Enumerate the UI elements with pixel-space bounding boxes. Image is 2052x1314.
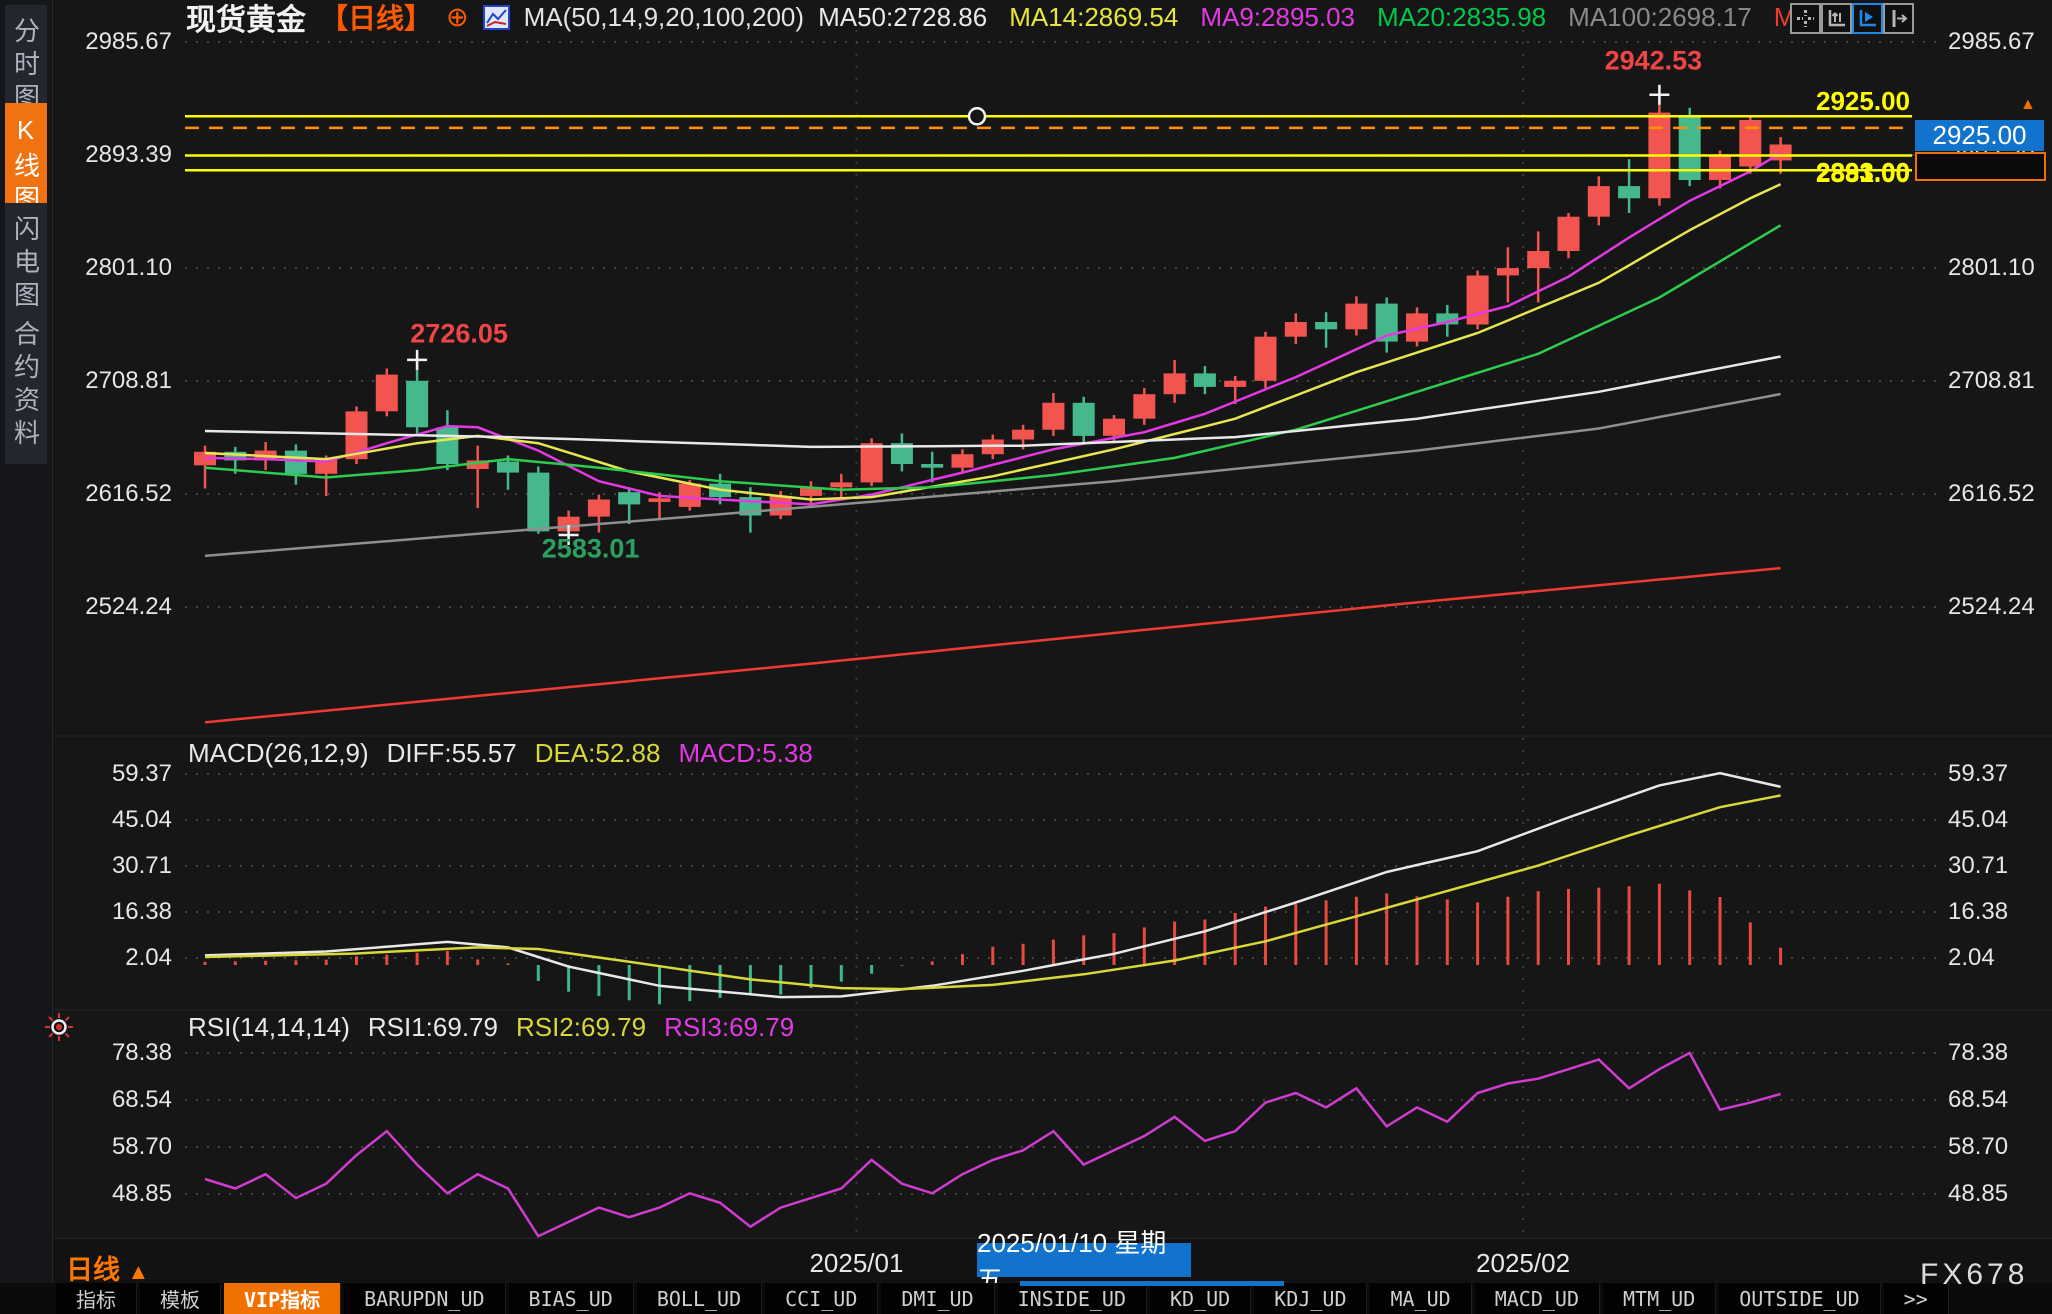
sidebar: 分时图K线图闪电图合约资料 — [0, 0, 53, 1283]
axis-play-icon[interactable] — [1852, 3, 1883, 34]
macd-axis-left: 59.37 — [60, 760, 172, 788]
panel-separators — [53, 736, 2052, 1010]
price-axis-right: 2985.67 — [1948, 28, 2048, 56]
rsi3-value: RSI3:69.79 — [664, 1012, 794, 1043]
rsi-plot — [205, 1053, 1781, 1236]
axis-shift-icon[interactable] — [1883, 3, 1914, 34]
price-axis-right: 2616.52 — [1948, 480, 2048, 508]
tab-BOLL_UD[interactable]: BOLL_UD — [637, 1283, 762, 1314]
rsi-axis-left: 48.85 — [60, 1180, 172, 1208]
chart-type-icon[interactable] — [483, 4, 510, 31]
macd-axis-left: 30.71 — [60, 852, 172, 880]
rsi-axis-left: 58.70 — [60, 1133, 172, 1161]
extreme-annotation: 2942.53 — [1605, 45, 1703, 76]
chart-canvas — [0, 0, 2052, 1314]
price-axis-left: 2893.39 — [60, 141, 172, 169]
tab-MACD_UD[interactable]: MACD_UD — [1475, 1283, 1600, 1314]
tab-KD_UD[interactable]: KD_UD — [1150, 1283, 1251, 1314]
sidebar-item-4[interactable]: 合约资料 — [5, 308, 47, 464]
level-label-2925.00: 2925.00 — [1750, 86, 1910, 117]
rsi1-value: RSI1:69.79 — [368, 1012, 498, 1043]
rsi2-value: RSI2:69.79 — [516, 1012, 646, 1043]
tab-MA_UD[interactable]: MA_UD — [1370, 1283, 1471, 1314]
price-axis-right: 2801.10 — [1948, 254, 2048, 282]
current-price-tag — [1915, 152, 2046, 181]
tab-CCI_UD[interactable]: CCI_UD — [765, 1283, 878, 1314]
macd-axis-left: 16.38 — [60, 898, 172, 926]
rsi-axis-right: 78.38 — [1948, 1039, 2048, 1067]
macd-title: MACD(26,12,9) — [188, 738, 369, 769]
period-selector[interactable]: 日线 ▲ — [66, 1248, 149, 1287]
price-axis-left: 2985.67 — [60, 28, 172, 56]
macd-axis-right: 2.04 — [1948, 944, 2048, 972]
symbol-title: 现货黄金 — [186, 0, 306, 39]
gridlines — [185, 30, 1942, 1235]
pan-tool-icon[interactable] — [1790, 3, 1821, 34]
price-axis-left: 2616.52 — [60, 480, 172, 508]
extreme-annotation: 2583.01 — [542, 534, 640, 565]
macd-axis-right: 30.71 — [1948, 852, 2048, 880]
tab-指标[interactable]: 指标 — [56, 1283, 137, 1314]
tab-DMI_UD[interactable]: DMI_UD — [881, 1283, 994, 1314]
ma-params-label: MA(50,14,9,20,100,200) — [524, 2, 804, 33]
rsi-axis-left: 78.38 — [60, 1039, 172, 1067]
macd-dea-value: DEA:52.88 — [535, 738, 661, 769]
macd-axis-right: 45.04 — [1948, 806, 2048, 834]
price-axis-right: 2708.81 — [1948, 367, 2048, 395]
tab-KDJ_UD[interactable]: KDJ_UD — [1254, 1283, 1367, 1314]
indicator-tab-bar: 指标模板VIP指标BARUPDN_UDBIAS_UDBOLL_UDCCI_UDD… — [0, 1283, 2052, 1314]
ma-value-4: MA20:2835.98 — [1377, 2, 1546, 33]
rsi-axis-right: 68.54 — [1948, 1086, 2048, 1114]
month-label: 2025/02 — [1476, 1248, 1570, 1279]
ma-value-1: MA50:2728.86 — [818, 2, 987, 33]
price-line-tag[interactable]: 2925.00 — [1915, 120, 2044, 151]
rsi-header: RSI(14,14,14) RSI1:69.79 RSI2:69.79 RSI3… — [188, 1012, 794, 1043]
price-axis-right: 2524.24 — [1948, 593, 2048, 621]
ma-value-2: MA14:2869.54 — [1009, 2, 1178, 33]
ma-value-3: MA9:2895.03 — [1200, 2, 1355, 33]
tab-模板[interactable]: 模板 — [140, 1283, 221, 1314]
extreme-annotation: 2726.05 — [410, 318, 508, 349]
price-axis-left: 2708.81 — [60, 367, 172, 395]
level-label-2881.00: 2881.00 — [1750, 158, 1910, 189]
tab-MTM_UD[interactable]: MTM_UD — [1603, 1283, 1716, 1314]
macd-axis-right: 59.37 — [1948, 760, 2048, 788]
tab-INSIDE_UD[interactable]: INSIDE_UD — [998, 1283, 1147, 1314]
indicator-target-icon[interactable] — [44, 1012, 74, 1042]
ma-value-5: MA100:2698.17 — [1568, 2, 1752, 33]
chart-header: 现货黄金 【日线】 ⊕ MA(50,14,9,20,100,200) MA50:… — [186, 1, 1795, 33]
price-axis-left: 2524.24 — [60, 593, 172, 621]
tab-VIP指标[interactable]: VIP指标 — [224, 1283, 341, 1314]
rsi-axis-right: 48.85 — [1948, 1180, 2048, 1208]
tab-OUTSIDE_UD[interactable]: OUTSIDE_UD — [1719, 1283, 1880, 1314]
tab-scrollbar[interactable] — [1020, 1281, 1284, 1286]
macd-axis-left: 2.04 — [60, 944, 172, 972]
brand-watermark: FX678 — [1920, 1258, 2028, 1292]
macd-diff-value: DIFF:55.57 — [387, 738, 517, 769]
line-drag-handle[interactable] — [969, 108, 985, 124]
axis-scale-icon[interactable] — [1821, 3, 1852, 34]
rsi-axis-left: 68.54 — [60, 1086, 172, 1114]
rsi-axis-right: 58.70 — [1948, 1133, 2048, 1161]
alert-arrow-icon: ▲ — [2020, 96, 2036, 114]
price-axis-left: 2801.10 — [60, 254, 172, 282]
triangle-up-icon: ▲ — [128, 1259, 150, 1284]
macd-axis-left: 45.04 — [60, 806, 172, 834]
ma-values: MA50:2728.86 MA14:2869.54 MA9:2895.03 MA20:… — [818, 2, 1795, 33]
macd-header: MACD(26,12,9) DIFF:55.57 DEA:52.88 MACD:… — [188, 738, 813, 769]
tab-BARUPDN_UD[interactable]: BARUPDN_UD — [344, 1283, 505, 1314]
macd-macd-value: MACD:5.38 — [678, 738, 812, 769]
crosshair-plus-icon[interactable]: ⊕ — [446, 2, 469, 33]
macd-axis-right: 16.38 — [1948, 898, 2048, 926]
macd-plot — [205, 773, 1781, 1004]
selected-date-highlight: 2025/01/10 星期五 — [977, 1243, 1191, 1277]
tab-BIAS_UD[interactable]: BIAS_UD — [509, 1283, 634, 1314]
rsi-title: RSI(14,14,14) — [188, 1012, 350, 1043]
period-tag[interactable]: 【日线】 — [320, 0, 432, 37]
month-label: 2025/01 — [809, 1248, 903, 1279]
